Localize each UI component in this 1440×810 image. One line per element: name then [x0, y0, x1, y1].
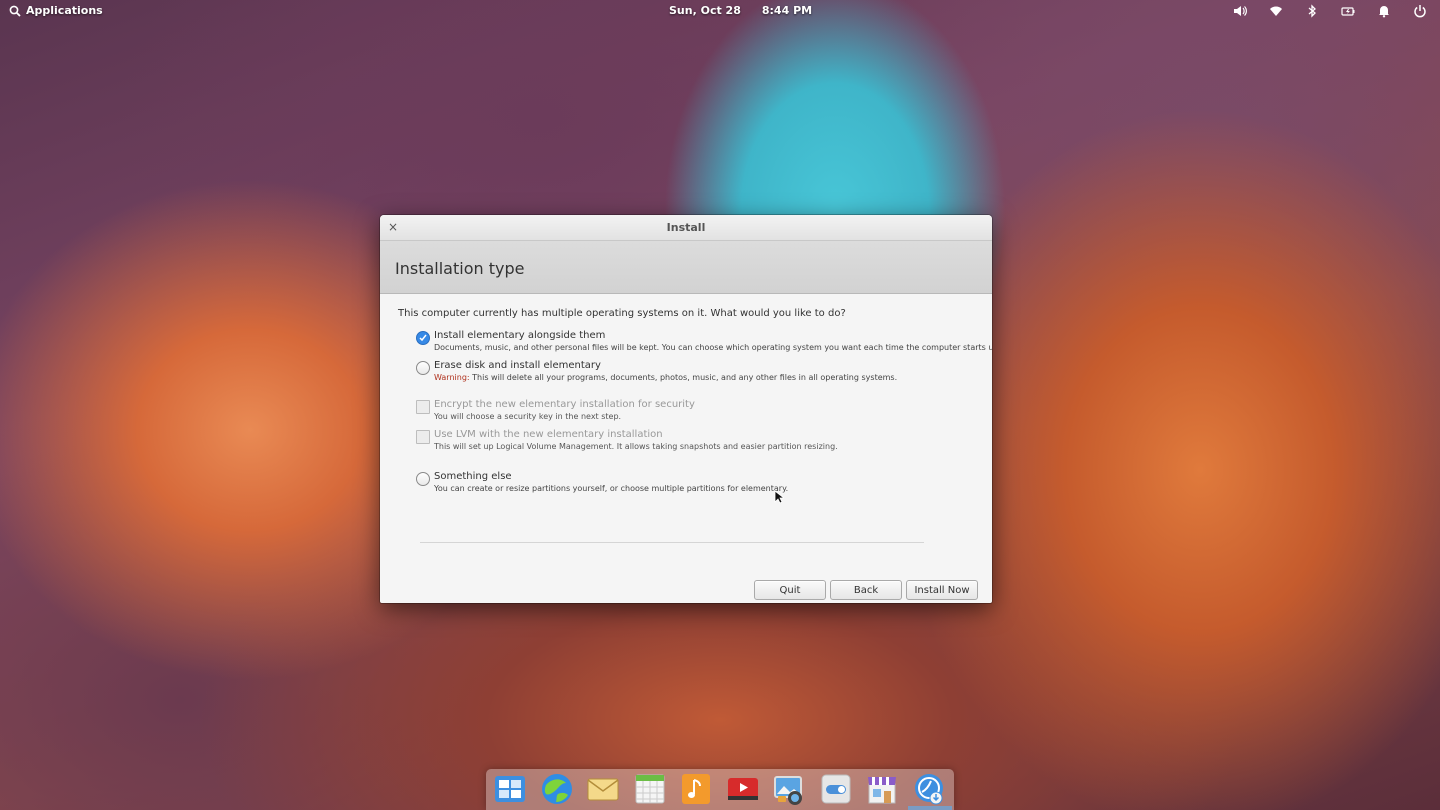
option-description: Warning: This will delete all your progr… — [434, 373, 897, 382]
page-title: Installation type — [395, 259, 525, 278]
battery-icon[interactable] — [1340, 3, 1356, 19]
option-label: Encrypt the new elementary installation … — [434, 399, 695, 410]
warning-text: This will delete all your programs, docu… — [469, 373, 898, 382]
bluetooth-icon[interactable] — [1304, 3, 1320, 19]
clock[interactable]: Sun, Oct 28 8:44 PM — [669, 4, 812, 17]
settings-icon[interactable] — [819, 772, 853, 806]
option-install-alongside[interactable]: Install elementary alongside them Docume… — [416, 330, 992, 352]
option-label: Use LVM with the new elementary installa… — [434, 429, 663, 440]
indicators — [1232, 3, 1428, 19]
warning-label: Warning: — [434, 373, 470, 382]
checkbox-disabled — [416, 400, 430, 414]
radio-unselected[interactable] — [416, 472, 430, 486]
option-description: You will choose a security key in the ne… — [434, 412, 622, 421]
wifi-icon[interactable] — [1268, 3, 1284, 19]
option-encrypt: Encrypt the new elementary installation … — [416, 399, 695, 421]
web-browser-icon[interactable] — [540, 772, 574, 806]
running-indicator — [908, 806, 952, 810]
window-title: Install — [666, 221, 706, 234]
calendar-icon[interactable] — [633, 772, 667, 806]
option-label: Something else — [434, 471, 512, 482]
applications-label: Applications — [26, 4, 103, 17]
checkbox-disabled — [416, 430, 430, 444]
option-label: Erase disk and install elementary — [434, 360, 601, 371]
option-description: You can create or resize partitions your… — [434, 484, 789, 493]
mail-icon[interactable] — [586, 772, 620, 806]
page-header: Installation type — [380, 241, 992, 294]
option-description: Documents, music, and other personal fil… — [434, 343, 992, 352]
option-label: Install elementary alongside them — [434, 330, 606, 341]
time-label: 8:44 PM — [761, 4, 813, 17]
top-panel: Applications Sun, Oct 28 8:44 PM — [0, 0, 1440, 22]
option-erase-disk[interactable]: Erase disk and install elementary Warnin… — [416, 360, 897, 382]
volume-icon[interactable] — [1232, 3, 1248, 19]
option-lvm: Use LVM with the new elementary installa… — [416, 429, 838, 451]
search-icon — [9, 5, 21, 17]
option-something-else[interactable]: Something else You can create or resize … — [416, 471, 788, 493]
power-icon[interactable] — [1412, 3, 1428, 19]
radio-selected[interactable] — [416, 331, 430, 345]
videos-icon[interactable] — [726, 772, 760, 806]
question-text: This computer currently has multiple ope… — [398, 308, 846, 319]
notification-icon[interactable] — [1376, 3, 1392, 19]
quit-button[interactable]: Quit — [754, 580, 826, 600]
radio-unselected[interactable] — [416, 361, 430, 375]
photos-icon[interactable] — [772, 772, 806, 806]
back-button[interactable]: Back — [830, 580, 902, 600]
applications-menu[interactable]: Applications — [9, 4, 103, 17]
install-now-button[interactable]: Install Now — [906, 580, 978, 600]
install-window: × Install Installation type This compute… — [380, 215, 992, 603]
date-label: Sun, Oct 28 — [669, 4, 741, 17]
option-description: This will set up Logical Volume Manageme… — [434, 442, 838, 451]
checkmark-icon — [419, 334, 427, 342]
multitasking-view-icon[interactable] — [493, 772, 527, 806]
appcenter-icon[interactable] — [865, 772, 899, 806]
music-icon[interactable] — [679, 772, 713, 806]
titlebar[interactable]: × Install — [380, 215, 992, 241]
installation-type-form: This computer currently has multiple ope… — [380, 293, 992, 603]
divider — [420, 542, 924, 543]
mouse-cursor-icon — [774, 490, 784, 504]
installer-icon[interactable] — [912, 772, 946, 806]
